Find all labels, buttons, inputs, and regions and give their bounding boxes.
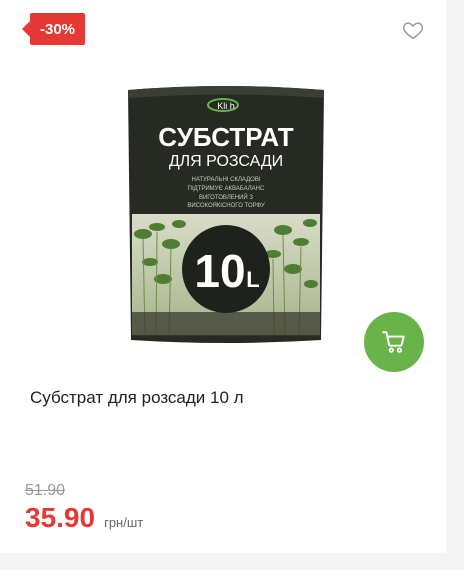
add-to-cart-button[interactable] [364,312,424,372]
price-row: 35.90 грн/шт [25,502,143,534]
package-feature: НАТУРАЛЬНІ СКЛАДОВІ [192,177,261,183]
package-feature: ВИСОКОЯКІСНОГО ТОРФУ [187,203,265,209]
discount-badge: -30% [22,13,85,45]
package-feature: ВИГОТОВЛЕНИЙ З [199,193,253,201]
product-image[interactable]: Kli h СУБСТРАТ ДЛЯ РОЗСАДИ НАТУРАЛЬНІ СК… [123,84,329,346]
package-volume-unit: L [246,267,259,292]
product-title[interactable]: Субстрат для розсади 10 л [30,388,244,408]
price-unit: грн/шт [104,515,144,530]
product-card: -30% Kli h СУБСТРАТ ДЛЯ РОЗСАДИ НАТУРАЛЬ… [0,0,446,553]
package-feature: ПІДТРИМУЄ АКВАБАЛАНС [188,186,265,192]
heart-icon[interactable] [402,19,424,41]
package-subheading: ДЛЯ РОЗСАДИ [169,153,283,170]
package-volume: 10 [194,245,245,297]
cart-icon [382,331,405,353]
package-heading: СУБСТРАТ [158,122,294,152]
old-price: 51.90 [25,482,66,499]
package-brand: Kli h [217,101,235,111]
current-price: 35.90 [25,502,96,533]
